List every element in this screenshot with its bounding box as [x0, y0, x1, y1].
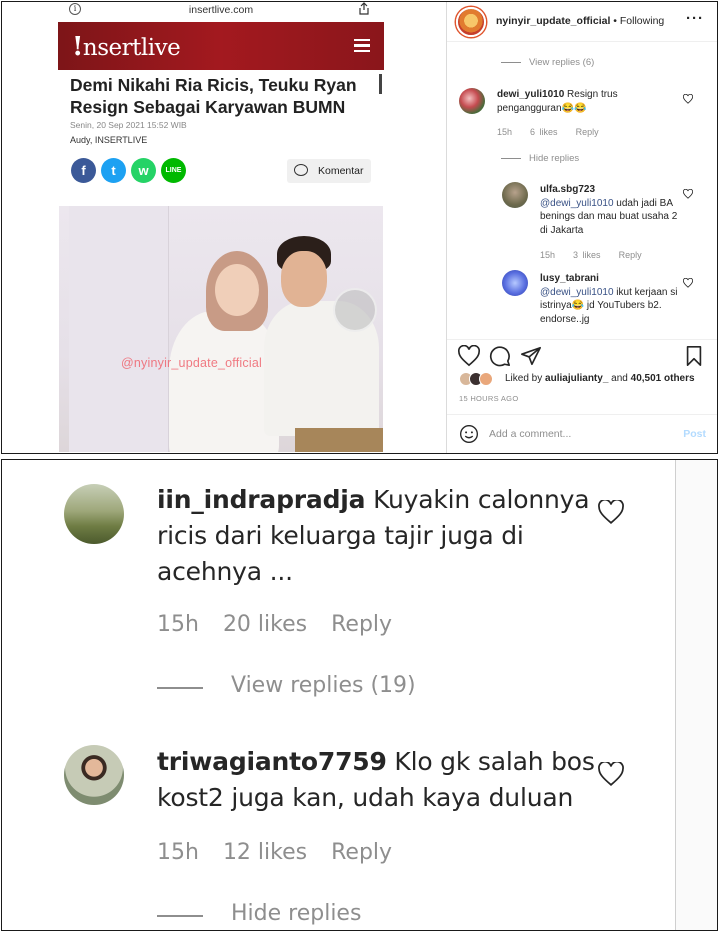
post-header: nyinyir_update_official • Following ···	[447, 2, 717, 42]
comment-text: dewi_yuli1010 Resign trus pengangguran😂😂	[497, 89, 618, 114]
instagram-comments-panel: nyinyir_update_official • Following ··· …	[446, 2, 717, 453]
bookmark-icon[interactable]	[683, 345, 705, 367]
hide-replies-link[interactable]: Hide replies	[231, 901, 361, 926]
hide-replies-link[interactable]: Hide replies	[529, 153, 579, 164]
comment-meta: 15h 6 likes Reply	[497, 127, 599, 137]
avatar[interactable]	[502, 270, 528, 296]
heart-icon[interactable]	[458, 345, 480, 367]
browser-url[interactable]: insertlive.com	[58, 4, 384, 16]
floating-touch-button[interactable]	[333, 288, 377, 332]
reply-button[interactable]: Reply	[331, 840, 392, 865]
komentar-label: Komentar	[318, 165, 364, 177]
article-dateline: Senin, 20 Sep 2021 15:52 WIB	[70, 120, 187, 130]
reply-text: ulfa.sbg723 @dewi_yuli1010 udah jadi BA …	[540, 184, 678, 236]
comment-meta: 15h 12 likes Reply	[157, 840, 393, 865]
view-replies-link[interactable]: View replies (19)	[231, 673, 416, 698]
reply-button[interactable]: Reply	[619, 250, 642, 260]
reply-button[interactable]: Reply	[576, 127, 599, 137]
chat-bubble-icon	[294, 164, 308, 176]
comment-icon[interactable]	[489, 345, 511, 367]
heart-icon[interactable]	[598, 500, 624, 524]
photo-watermark: @nyinyir_update_official	[121, 356, 262, 370]
comment-meta: 15h 20 likes Reply	[157, 612, 393, 637]
send-icon[interactable]	[520, 345, 542, 367]
avatar[interactable]	[456, 7, 486, 37]
avatar[interactable]	[64, 745, 124, 805]
heart-icon[interactable]	[683, 189, 693, 199]
view-replies-link[interactable]: View replies (6)	[529, 57, 594, 68]
menu-icon[interactable]	[354, 39, 370, 53]
reply-button[interactable]: Reply	[331, 612, 392, 637]
reply-meta: 15h 3 likes Reply	[540, 250, 642, 260]
post-button[interactable]: Post	[683, 428, 706, 440]
komentar-button[interactable]: Komentar	[287, 159, 371, 183]
site-header: !nsertlive	[58, 22, 384, 70]
post-timestamp: 15 HOURS AGO	[459, 394, 519, 403]
comment-text: triwagianto7759 Klo gk salah bos kost2 j…	[157, 747, 595, 812]
more-icon[interactable]: ···	[686, 10, 704, 27]
browser-address-bar: i insertlive.com	[58, 2, 384, 20]
whatsapp-share-icon[interactable]: w	[131, 158, 156, 183]
heart-icon[interactable]	[683, 94, 693, 104]
facebook-share-icon[interactable]: f	[71, 158, 96, 183]
scrollbar[interactable]	[675, 460, 717, 930]
bottom-zoomed-panel: iin_indrapradja Kuyakin calonnya ricis d…	[1, 459, 718, 931]
top-screenshot-panel: i insertlive.com !nsertlive Demi Nikahi …	[1, 1, 718, 454]
add-comment-bar: Add a comment... Post	[447, 414, 717, 453]
heart-icon[interactable]	[598, 762, 624, 786]
article-byline: Audy, INSERTLIVE	[70, 135, 148, 145]
avatar[interactable]	[459, 88, 485, 114]
share-icon[interactable]	[358, 2, 370, 18]
article-headline: Demi Nikahi Ria Ricis, Teuku Ryan Resign…	[70, 75, 357, 117]
comment-text: iin_indrapradja Kuyakin calonnya ricis d…	[157, 485, 590, 586]
liker-avatars	[459, 372, 505, 386]
line-share-icon[interactable]: LINE	[161, 158, 186, 183]
follow-status[interactable]: • Following	[613, 15, 664, 27]
post-actions: Liked by auliajulianty_ and 40,501 other…	[447, 339, 717, 409]
emoji-icon[interactable]	[459, 424, 479, 444]
comment-input[interactable]: Add a comment...	[489, 428, 571, 440]
reply-text: lusy_tabrani @dewi_yuli1010 ikut kerjaan…	[540, 273, 678, 325]
article-photo: @nyinyir_update_official	[59, 206, 383, 452]
likes-summary[interactable]: Liked by auliajulianty_ and 40,501 other…	[505, 373, 695, 384]
account-name[interactable]: nyinyir_update_official • Following	[496, 15, 664, 27]
avatar[interactable]	[64, 484, 124, 544]
heart-icon[interactable]	[683, 278, 693, 288]
scroll-indicator	[379, 74, 382, 94]
avatar[interactable]	[502, 182, 528, 208]
twitter-share-icon[interactable]: t	[101, 158, 126, 183]
site-logo[interactable]: !nsertlive	[72, 32, 181, 62]
